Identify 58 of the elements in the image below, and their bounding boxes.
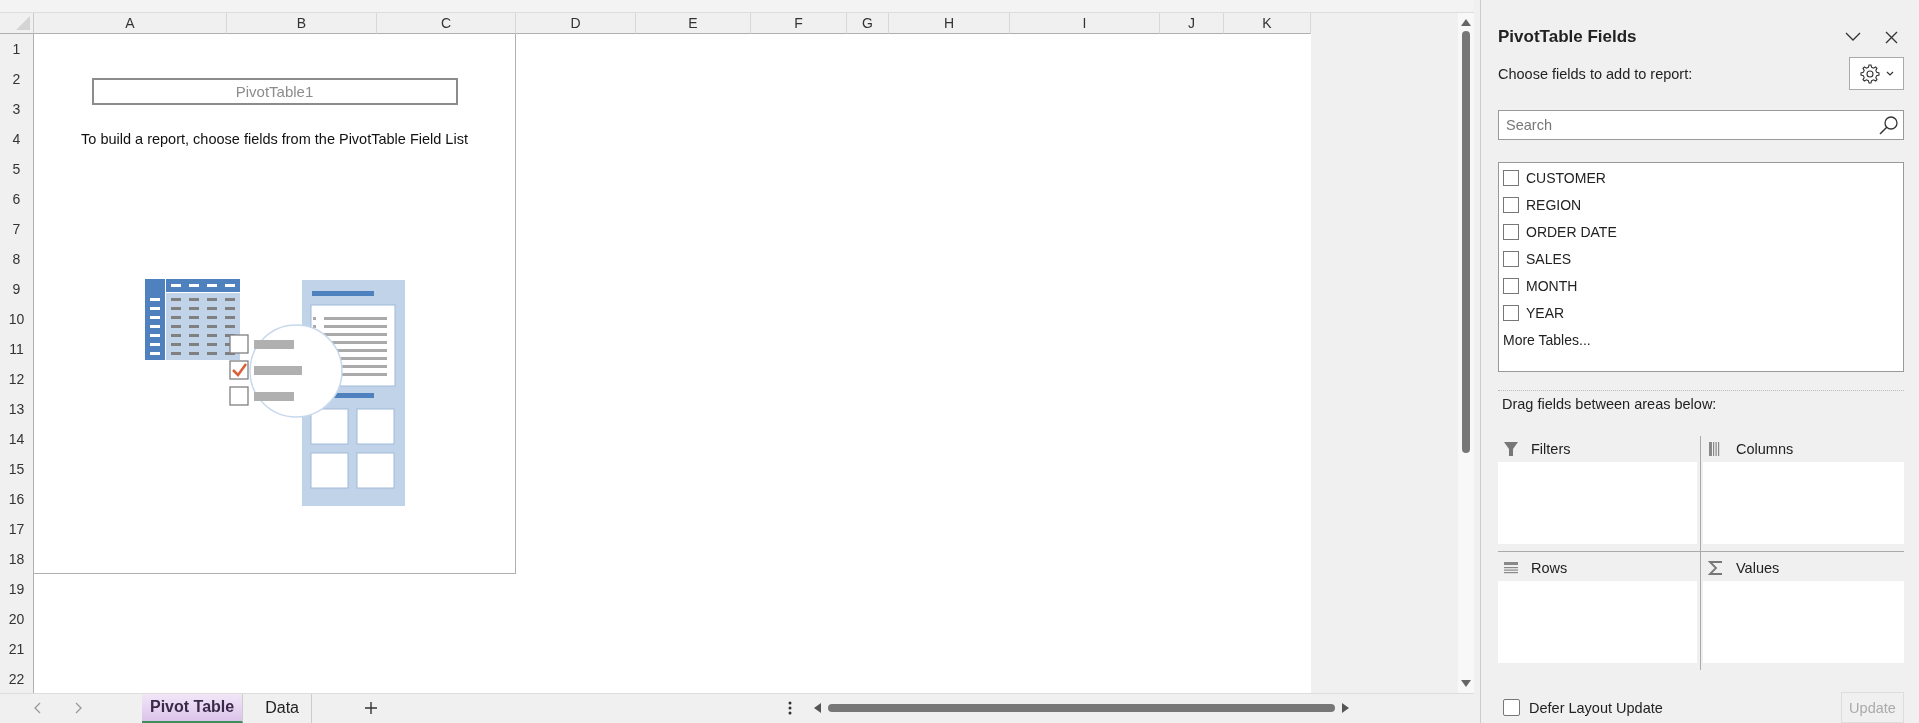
drag-hint: Drag fields between areas below: — [1502, 396, 1718, 412]
search-field[interactable]: Search — [1498, 110, 1904, 140]
settings-icon[interactable] — [1859, 63, 1880, 84]
area-label: Columns — [1736, 441, 1794, 457]
column-header[interactable]: G — [847, 12, 889, 34]
collapse-chevron-icon[interactable] — [1845, 32, 1861, 42]
scroll-up-icon[interactable] — [1461, 18, 1471, 26]
field-checkbox[interactable] — [1503, 170, 1519, 187]
column-header[interactable]: D — [516, 12, 636, 34]
add-sheet-icon[interactable] — [363, 701, 378, 716]
sheet-tab[interactable]: Pivot Table — [142, 693, 244, 723]
column-header[interactable]: F — [751, 12, 847, 34]
more-options-icon[interactable] — [787, 701, 792, 716]
settings-button[interactable] — [1849, 57, 1904, 90]
area-label: Values — [1736, 560, 1780, 576]
sigma-icon — [1708, 560, 1724, 576]
field-checkbox[interactable] — [1503, 224, 1519, 241]
pivot-table-name: PivotTable1 — [91, 77, 458, 105]
close-icon[interactable] — [1885, 30, 1898, 44]
field-checkbox[interactable] — [1503, 251, 1519, 268]
column-header[interactable]: H — [889, 12, 1010, 34]
defer-checkbox[interactable] — [1503, 699, 1520, 716]
column-header[interactable]: I — [1010, 12, 1160, 34]
area-label: Rows — [1531, 560, 1568, 576]
more-tables-link[interactable]: More Tables... — [1503, 331, 1899, 348]
field-label[interactable]: MONTH — [1526, 278, 1578, 295]
horizontal-scrollbar[interactable] — [813, 703, 1349, 714]
scroll-down-icon[interactable] — [1461, 679, 1471, 687]
dropdown-caret-icon[interactable] — [1885, 71, 1894, 76]
scrollbar-thumb[interactable] — [827, 704, 1335, 713]
previous-sheet-icon[interactable] — [34, 702, 42, 715]
next-sheet-icon[interactable] — [74, 702, 82, 715]
column-header[interactable]: A — [34, 12, 227, 34]
scrollbar-thumb[interactable] — [1462, 30, 1470, 453]
scroll-left-icon[interactable] — [813, 703, 822, 714]
rows-icon — [1503, 560, 1519, 576]
column-header[interactable]: E — [636, 12, 751, 34]
field-checkbox[interactable] — [1503, 278, 1519, 295]
panel-title: PivotTable Fields — [1498, 27, 1637, 47]
column-header[interactable]: J — [1160, 12, 1224, 34]
pivot-instruction: To build a report, choose fields from the PivotTable Field List — [81, 130, 468, 147]
column-header[interactable]: C — [377, 12, 516, 34]
field-checkbox[interactable] — [1503, 305, 1519, 322]
panel-subtitle: Choose fields to add to report: — [1498, 65, 1693, 82]
vertical-scrollbar[interactable] — [1458, 12, 1474, 693]
area-label: Filters — [1531, 441, 1571, 457]
sheet-tab[interactable]: Data — [253, 693, 312, 723]
field-label[interactable]: ORDER DATE — [1526, 224, 1617, 241]
defer-label[interactable]: Defer Layout Update — [1529, 699, 1663, 716]
field-label[interactable]: REGION — [1526, 197, 1582, 214]
filter-icon — [1503, 441, 1519, 457]
field-label[interactable]: YEAR — [1526, 305, 1565, 322]
search-icon[interactable] — [1879, 115, 1899, 135]
field-checkbox[interactable] — [1503, 197, 1519, 214]
column-header[interactable]: B — [227, 12, 377, 34]
field-label[interactable]: SALES — [1526, 251, 1572, 268]
field-label[interactable]: CUSTOMER — [1526, 170, 1606, 187]
scroll-right-icon[interactable] — [1340, 703, 1349, 714]
